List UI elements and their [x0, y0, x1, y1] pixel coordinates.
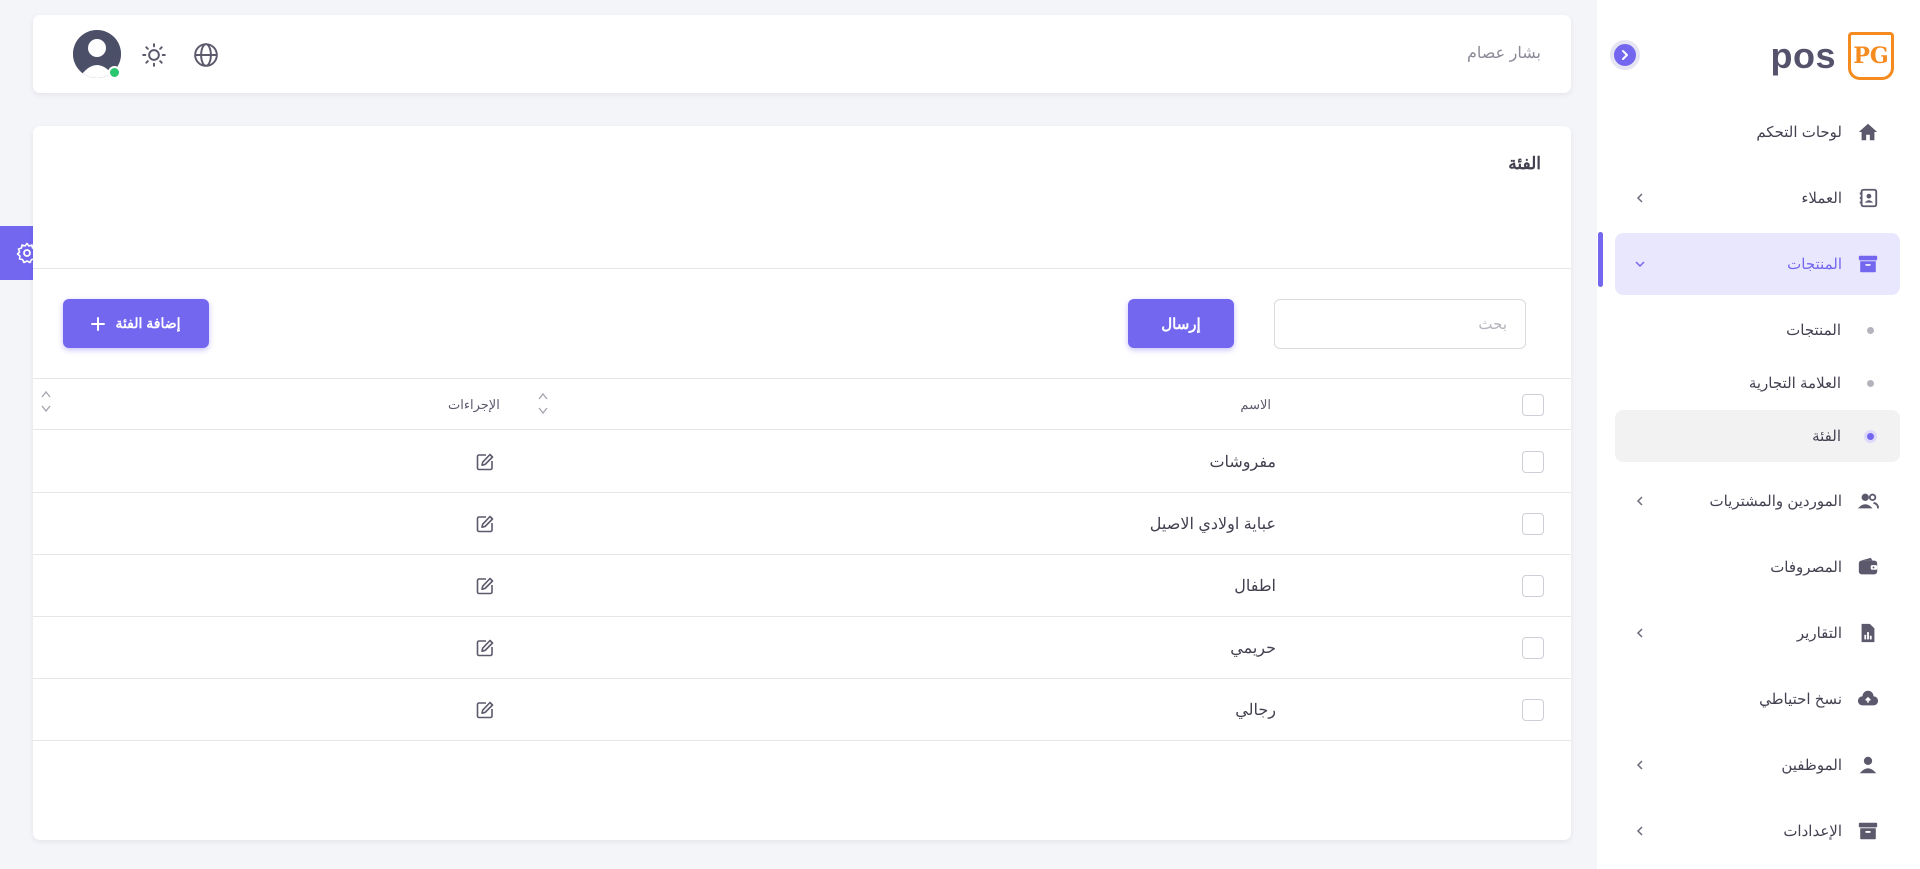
table-row: اطفال: [33, 555, 1571, 617]
cloud-upload-icon: [1856, 687, 1880, 711]
archive-icon: [1856, 252, 1880, 276]
bullet-icon: [1864, 429, 1877, 443]
table-row: عباية اولادي الاصيل: [33, 493, 1571, 555]
column-header-actions[interactable]: الإجراءات: [448, 397, 500, 413]
chevron-left-icon: [1633, 626, 1647, 640]
row-checkbox[interactable]: [1522, 575, 1544, 597]
sidebar-item-employees[interactable]: الموظفين: [1615, 734, 1900, 796]
user-name: بشار عصام: [1467, 45, 1541, 62]
sidebar-item-suppliers[interactable]: الموردين والمشتريات: [1615, 470, 1900, 532]
select-all-checkbox[interactable]: [1522, 394, 1544, 416]
active-indicator: [1598, 232, 1603, 287]
edit-icon[interactable]: [475, 514, 495, 534]
globe-icon[interactable]: [193, 42, 219, 68]
category-card: الفئة إرسال إضافة الفئة الاسم الإجراءات …: [33, 126, 1571, 840]
column-header-name[interactable]: الاسم: [1240, 397, 1271, 413]
sidebar-item-dashboards[interactable]: لوحات التحكم: [1615, 101, 1900, 163]
edit-icon[interactable]: [475, 638, 495, 658]
top-navbar: بشار عصام: [33, 15, 1571, 93]
row-checkbox[interactable]: [1522, 513, 1544, 535]
sidebar-item-settings[interactable]: الإعدادات: [1615, 800, 1900, 862]
send-button[interactable]: إرسال: [1128, 299, 1234, 348]
sort-icon[interactable]: [536, 389, 550, 419]
sidebar-item-label: نسخ احتياطي: [1759, 691, 1842, 708]
online-status-indicator: [108, 66, 121, 79]
sidebar-item-label: التقارير: [1796, 625, 1842, 642]
bullet-icon: [1867, 379, 1874, 387]
archive-icon: [1856, 819, 1880, 843]
chevron-left-icon: [1633, 494, 1647, 508]
chevron-left-icon: [1633, 191, 1647, 205]
category-name: اطفال: [1234, 578, 1276, 595]
search-input[interactable]: [1274, 299, 1526, 349]
add-category-button[interactable]: إضافة الفئة: [63, 299, 209, 348]
bullet-icon: [1867, 326, 1874, 334]
edit-icon[interactable]: [475, 576, 495, 596]
sidebar-item-customers[interactable]: العملاء: [1615, 167, 1900, 229]
sidebar-subitem-label: المنتجات: [1786, 322, 1841, 339]
table-header: الاسم الإجراءات: [33, 379, 1571, 430]
sidebar-item-backup[interactable]: نسخ احتياطي: [1615, 668, 1900, 730]
add-category-label: إضافة الفئة: [115, 315, 181, 331]
edit-icon[interactable]: [475, 700, 495, 720]
wallet-icon: [1856, 555, 1880, 579]
users-icon: [1856, 489, 1880, 513]
table-row: رجالي: [33, 679, 1571, 741]
report-icon: [1856, 621, 1880, 645]
sidebar: pos PG لوحات التحكم العملاء المنتجات الم…: [1597, 0, 1920, 869]
home-icon: [1856, 120, 1880, 144]
sidebar-subitem-label: العلامة التجارية: [1748, 375, 1841, 392]
divider: [33, 268, 1571, 269]
table-row: مفروشات: [33, 431, 1571, 493]
row-checkbox[interactable]: [1522, 637, 1544, 659]
sidebar-item-label: لوحات التحكم: [1756, 124, 1842, 141]
sidebar-item-label: العملاء: [1801, 190, 1842, 207]
sidebar-subitem-label: الفئة: [1812, 428, 1841, 445]
sidebar-item-label: الإعدادات: [1783, 823, 1842, 840]
sidebar-item-label: المصروفات: [1770, 559, 1842, 576]
sidebar-item-products[interactable]: المنتجات: [1615, 233, 1900, 295]
row-checkbox[interactable]: [1522, 699, 1544, 721]
sidebar-item-reports[interactable]: التقارير: [1615, 602, 1900, 664]
chevron-down-icon: [1633, 257, 1647, 271]
plus-icon: [91, 316, 106, 331]
page-title: الفئة: [1508, 154, 1541, 173]
sidebar-item-label: الموردين والمشتريات: [1709, 493, 1842, 510]
category-name: عباية اولادي الاصيل: [1149, 516, 1276, 533]
category-name: حريمي: [1230, 640, 1276, 657]
sidebar-collapse-button[interactable]: [1610, 40, 1640, 70]
sidebar-subitem-brand[interactable]: العلامة التجارية: [1615, 357, 1900, 409]
sort-icon[interactable]: [39, 387, 53, 417]
category-name: مفروشات: [1209, 454, 1276, 471]
sidebar-item-expenses[interactable]: المصروفات: [1615, 536, 1900, 598]
sidebar-subitem-products[interactable]: المنتجات: [1615, 304, 1900, 356]
chevron-right-icon: [1622, 50, 1628, 60]
sun-icon[interactable]: [141, 42, 167, 68]
row-checkbox[interactable]: [1522, 451, 1544, 473]
chevron-left-icon: [1633, 758, 1647, 772]
brand-logo[interactable]: pos PG: [1770, 31, 1894, 81]
category-name: رجالي: [1235, 702, 1276, 719]
table-row: حريمي: [33, 617, 1571, 679]
sidebar-subitem-category[interactable]: الفئة: [1615, 410, 1900, 462]
edit-icon[interactable]: [475, 452, 495, 472]
chevron-left-icon: [1633, 824, 1647, 838]
user-icon: [1856, 753, 1880, 777]
brand-badge-icon: PG: [1848, 32, 1894, 80]
contacts-icon: [1856, 186, 1880, 210]
sidebar-item-label: الموظفين: [1781, 757, 1842, 774]
sidebar-item-label: المنتجات: [1787, 256, 1842, 273]
brand-name: pos: [1770, 35, 1836, 76]
